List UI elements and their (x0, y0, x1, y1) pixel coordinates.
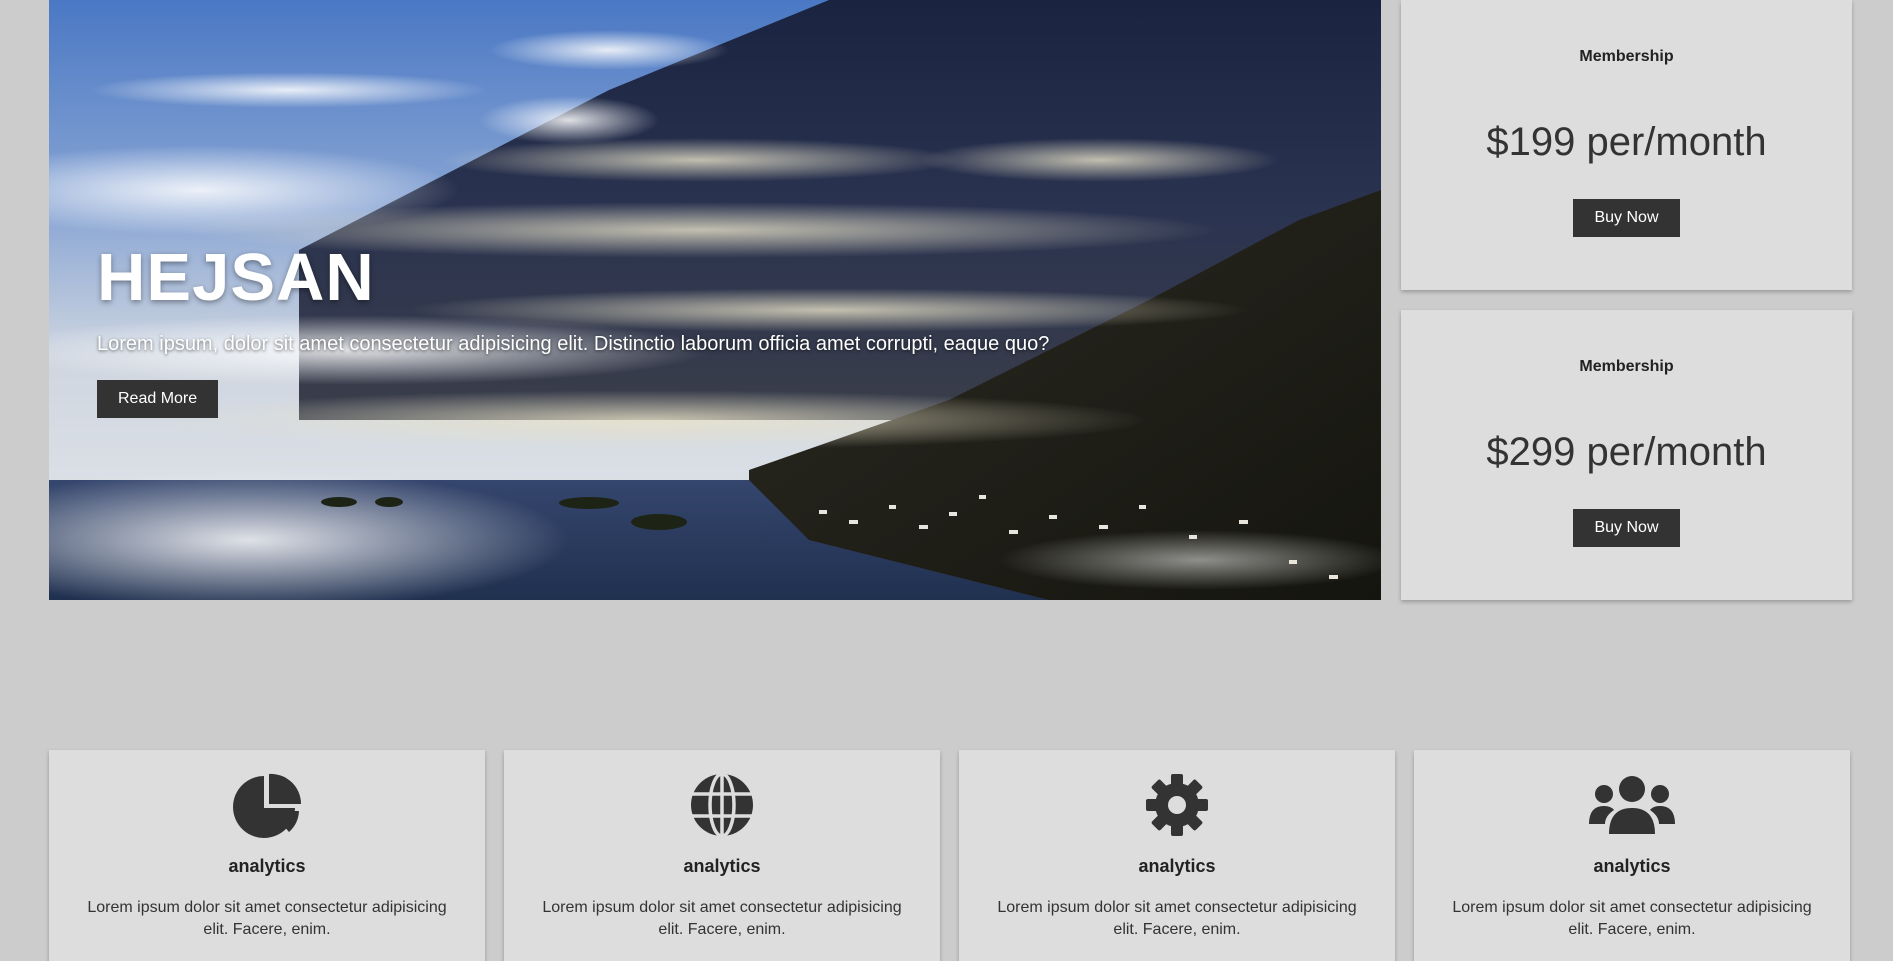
chart-pie-icon (233, 773, 302, 838)
globe-icon (691, 772, 753, 838)
feature-card: analytics Lorem ipsum dolor sit amet con… (1414, 750, 1850, 961)
buy-now-button[interactable]: Buy Now (1573, 509, 1680, 547)
feature-title: analytics (1138, 856, 1216, 876)
feature-text: Lorem ipsum dolor sit amet consectetur a… (87, 899, 447, 938)
plan-title: Membership (1579, 358, 1674, 375)
features-row: analytics Lorem ipsum dolor sit amet con… (49, 750, 1852, 961)
buy-now-button[interactable]: Buy Now (1573, 199, 1680, 237)
hero-content: HEJSAN Lorem ipsum, dolor sit amet conse… (97, 244, 1049, 418)
membership-card: Membership $299 per/month Buy Now (1401, 310, 1852, 600)
membership-card: Membership $199 per/month Buy Now (1401, 0, 1852, 290)
page: HEJSAN Lorem ipsum, dolor sit amet conse… (0, 0, 1893, 961)
plan-price: $199 per/month (1486, 120, 1767, 164)
read-more-button[interactable]: Read More (97, 380, 219, 418)
hero-description: Lorem ipsum, dolor sit amet consectetur … (97, 333, 1050, 355)
plan-price: $299 per/month (1486, 430, 1767, 474)
feature-card: analytics Lorem ipsum dolor sit amet con… (959, 750, 1395, 961)
feature-title: analytics (683, 856, 761, 876)
plan-title: Membership (1579, 48, 1674, 65)
feature-title: analytics (228, 856, 306, 876)
users-icon (1589, 776, 1675, 834)
hero-banner: HEJSAN Lorem ipsum, dolor sit amet conse… (49, 0, 1381, 600)
feature-title: analytics (1593, 856, 1671, 876)
feature-text: Lorem ipsum dolor sit amet consectetur a… (997, 899, 1357, 938)
feature-text: Lorem ipsum dolor sit amet consectetur a… (1452, 899, 1812, 938)
gear-icon (1146, 774, 1208, 836)
feature-card: analytics Lorem ipsum dolor sit amet con… (49, 750, 485, 961)
feature-text: Lorem ipsum dolor sit amet consectetur a… (542, 899, 902, 938)
hero-title: HEJSAN (97, 240, 375, 315)
feature-card: analytics Lorem ipsum dolor sit amet con… (504, 750, 940, 961)
